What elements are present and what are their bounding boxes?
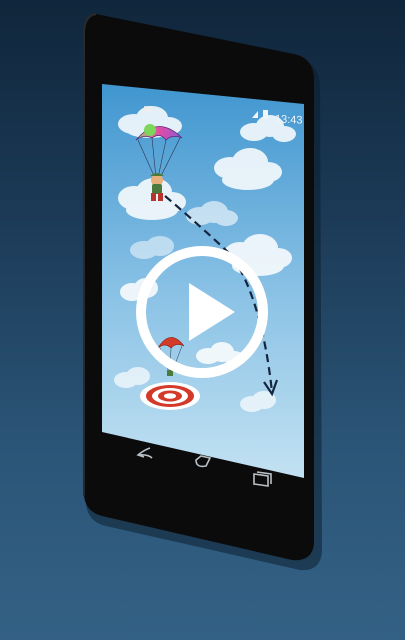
play-icon [136, 246, 268, 378]
status-time: 13:43 [275, 113, 303, 127]
play-button[interactable] [135, 245, 269, 379]
battery-icon [263, 110, 268, 119]
landing-target [140, 382, 200, 410]
promo-video-frame: 13:43 [0, 0, 405, 640]
